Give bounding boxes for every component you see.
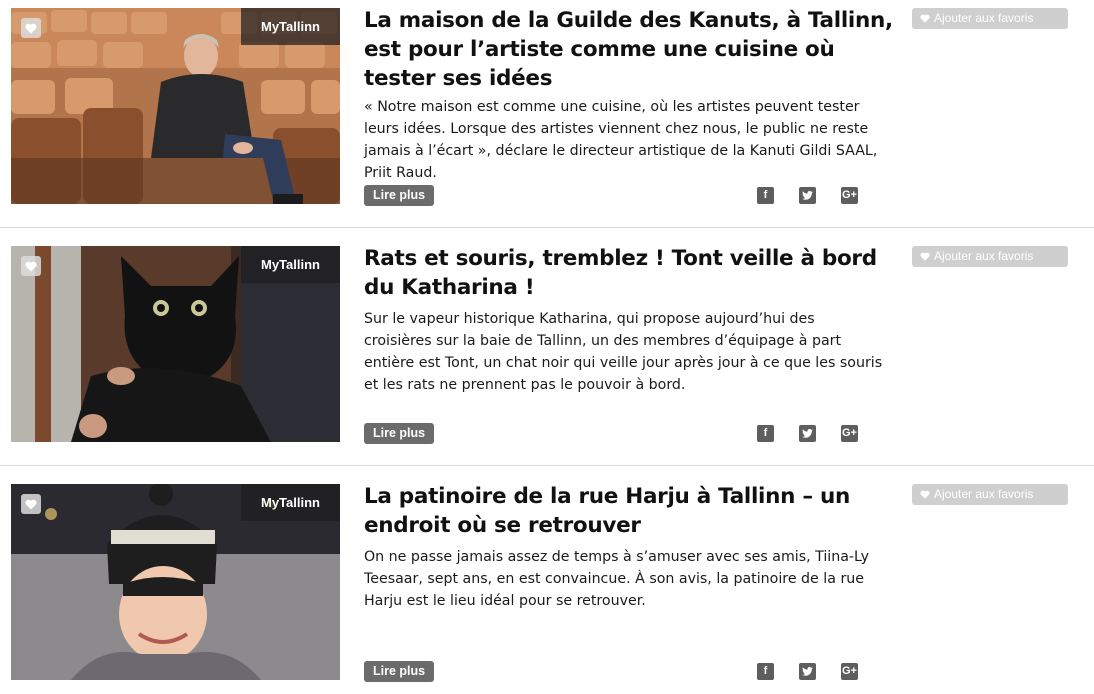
- article-thumbnail[interactable]: MyTallinn: [11, 8, 340, 204]
- add-to-favorites-label: Ajouter aux favoris: [934, 249, 1034, 263]
- twitter-icon[interactable]: [799, 187, 816, 204]
- facebook-icon[interactable]: f: [757, 663, 774, 680]
- read-more-button[interactable]: Lire plus: [364, 423, 435, 444]
- add-to-favorites-button[interactable]: Ajouter aux favoris: [912, 484, 1068, 505]
- heart-icon: [920, 490, 930, 499]
- facebook-icon[interactable]: f: [757, 425, 774, 442]
- google-plus-icon[interactable]: G+: [841, 425, 858, 442]
- article-thumbnail[interactable]: MyTallinn: [11, 246, 340, 442]
- google-plus-icon[interactable]: G+: [841, 187, 858, 204]
- twitter-icon[interactable]: [799, 663, 816, 680]
- source-badge: MyTallinn: [241, 484, 340, 521]
- add-to-favorites-button[interactable]: Ajouter aux favoris: [912, 246, 1068, 267]
- article-excerpt: On ne passe jamais assez de temps à s’am…: [364, 549, 870, 609]
- article-card: MyTallinn Rats et souris, tremblez ! Ton…: [0, 238, 1094, 464]
- article-thumbnail[interactable]: MyTallinn: [11, 484, 340, 680]
- heart-icon[interactable]: [21, 494, 41, 514]
- facebook-icon[interactable]: f: [757, 187, 774, 204]
- divider: [0, 465, 1094, 466]
- read-more-button[interactable]: Lire plus: [364, 661, 435, 682]
- twitter-icon[interactable]: [799, 425, 816, 442]
- divider: [0, 227, 1094, 228]
- article-title[interactable]: La patinoire de la rue Harju à Tallinn –…: [364, 482, 899, 540]
- read-more-button[interactable]: Lire plus: [364, 185, 435, 206]
- article-excerpt: « Notre maison est comme une cuisine, où…: [364, 99, 878, 181]
- source-badge: MyTallinn: [241, 8, 340, 45]
- article-title[interactable]: La maison de la Guilde des Kanuts, à Tal…: [364, 6, 899, 93]
- add-to-favorites-button[interactable]: Ajouter aux favoris: [912, 8, 1068, 29]
- heart-icon[interactable]: [21, 256, 41, 276]
- heart-icon: [920, 14, 930, 23]
- article-feed: MyTallinn La maison de la Guilde des Kan…: [0, 0, 1094, 694]
- article-card: MyTallinn La patinoire de la rue Harju à…: [0, 476, 1094, 694]
- add-to-favorites-label: Ajouter aux favoris: [934, 487, 1034, 501]
- article-excerpt: Sur le vapeur historique Katharina, qui …: [364, 311, 883, 393]
- add-to-favorites-label: Ajouter aux favoris: [934, 11, 1034, 25]
- article-title[interactable]: Rats et souris, tremblez ! Tont veille à…: [364, 244, 899, 302]
- heart-icon[interactable]: [21, 18, 41, 38]
- heart-icon: [920, 252, 930, 261]
- google-plus-icon[interactable]: G+: [841, 663, 858, 680]
- source-badge: MyTallinn: [241, 246, 340, 283]
- article-card: MyTallinn La maison de la Guilde des Kan…: [0, 0, 1094, 226]
